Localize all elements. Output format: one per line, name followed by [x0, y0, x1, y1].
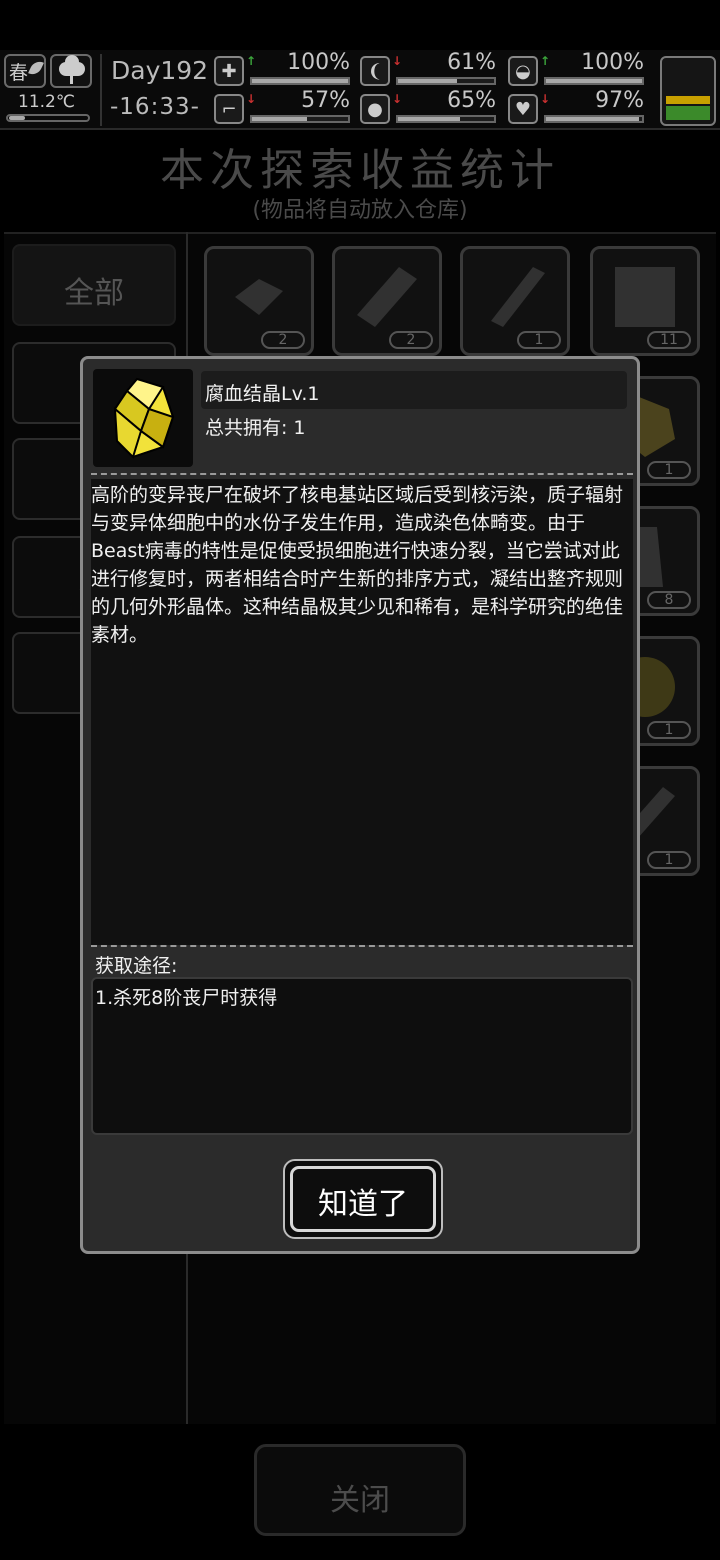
stomach-icon: ❨ [360, 56, 390, 86]
dashed-divider [91, 945, 633, 947]
temperature-indicator: 11.2℃ [4, 92, 92, 126]
panel-subtitle: (物品将自动放入仓库) [252, 198, 468, 223]
item-count: 2 [261, 331, 305, 349]
close-label: 关闭 [330, 1483, 390, 1518]
trend-up-icon: ↑ [540, 54, 551, 68]
close-button[interactable]: 关闭 [254, 1444, 466, 1536]
stat-bar [544, 77, 644, 85]
stat-health[interactable]: ✚ ↑ 100% [214, 50, 354, 88]
season-label: 春 [9, 62, 29, 84]
item-name: 腐血结晶Lv.1 [205, 383, 320, 405]
boot-icon: ⌐ [214, 94, 244, 124]
clock-time: -16:33- [110, 94, 200, 120]
item-count: 11 [647, 331, 691, 349]
stat-value: 100% [287, 50, 350, 75]
stat-value: 97% [595, 88, 644, 113]
item-count: 8 [647, 591, 691, 609]
category-tab-all[interactable]: 全部 [12, 244, 176, 326]
confirm-label: 知道了 [318, 1187, 408, 1222]
item-count: 1 [647, 461, 691, 479]
stat-value: 100% [581, 50, 644, 75]
item-count: 1 [647, 721, 691, 739]
energy-level-bottom [666, 106, 710, 120]
day-time-display: Day192 -16:33- [100, 54, 208, 126]
status-bar: 春 11.2℃ Day192 -16:33- ✚ ↑ 100% ❨ ↓ 61% … [0, 50, 720, 130]
trend-down-icon: ↓ [540, 92, 551, 106]
owned-label: 总共拥有: [205, 417, 288, 439]
season-indicator: 春 [4, 54, 46, 88]
stat-thirst[interactable]: ● ↓ 65% [360, 88, 500, 126]
source-text: 1.杀死8阶丧尸时获得 [95, 987, 278, 1009]
stat-bar [544, 115, 644, 123]
panel-title: 本次探索收益统计 [160, 145, 560, 196]
test-tube-icon [357, 267, 417, 327]
item-count: 1 [517, 331, 561, 349]
item-slot[interactable]: 2 [204, 246, 314, 356]
dashed-divider [91, 473, 633, 475]
stat-bar [396, 115, 496, 123]
stat-bar [396, 77, 496, 85]
stat-stamina[interactable]: ⌐ ↓ 57% [214, 88, 354, 126]
source-label: 获取途径: [95, 955, 178, 977]
crystal-icon [113, 377, 175, 459]
temperature-bar [6, 114, 90, 122]
cloth-icon [615, 267, 675, 327]
item-slot[interactable]: 11 [590, 246, 700, 356]
day-counter: Day192 [111, 56, 209, 85]
water-drop-icon: ● [360, 94, 390, 124]
crossbow-icon [491, 267, 545, 327]
item-count: 2 [389, 331, 433, 349]
energy-gauge[interactable] [660, 56, 716, 126]
stat-mood[interactable]: ◒ ↑ 100% [508, 50, 648, 88]
category-label: 全部 [64, 276, 124, 311]
stat-hunger[interactable]: ❨ ↓ 61% [360, 50, 500, 88]
stat-heart[interactable]: ♥ ↓ 97% [508, 88, 648, 126]
energy-level-top [666, 96, 710, 104]
stat-value: 57% [301, 88, 350, 113]
confirm-button[interactable]: 知道了 [283, 1159, 443, 1239]
leaf-icon [28, 58, 44, 78]
trend-down-icon: ↓ [392, 54, 403, 68]
trend-up-icon: ↑ [246, 54, 257, 68]
stat-bar [250, 77, 350, 85]
item-slot[interactable]: 1 [460, 246, 570, 356]
stat-bar [250, 115, 350, 123]
cloud-icon [59, 55, 85, 76]
stat-value: 65% [447, 88, 496, 113]
trend-down-icon: ↓ [246, 92, 257, 106]
mask-icon: ◒ [508, 56, 538, 86]
item-count: 1 [647, 851, 691, 869]
owned-count: 1 [293, 417, 306, 439]
trend-down-icon: ↓ [392, 92, 403, 106]
stat-value: 61% [447, 50, 496, 75]
item-slot[interactable]: 2 [332, 246, 442, 356]
ore-tray-icon [235, 279, 283, 315]
temperature-value: 11.2℃ [18, 92, 75, 112]
item-description: 高阶的变异丧尸在破坏了核电基站区域后受到核污染，质子辐射与变异体细胞中的水份子发… [91, 484, 624, 646]
weather-indicator [50, 54, 92, 88]
heart-icon: ♥ [508, 94, 538, 124]
medkit-icon: ✚ [214, 56, 244, 86]
owned-count-line: 总共拥有: 1 [205, 413, 306, 440]
item-icon-frame [93, 369, 193, 467]
item-detail-dialog: 腐血结晶Lv.1 总共拥有: 1 高阶的变异丧尸在破坏了核电基站区域后受到核污染，… [80, 356, 640, 1254]
